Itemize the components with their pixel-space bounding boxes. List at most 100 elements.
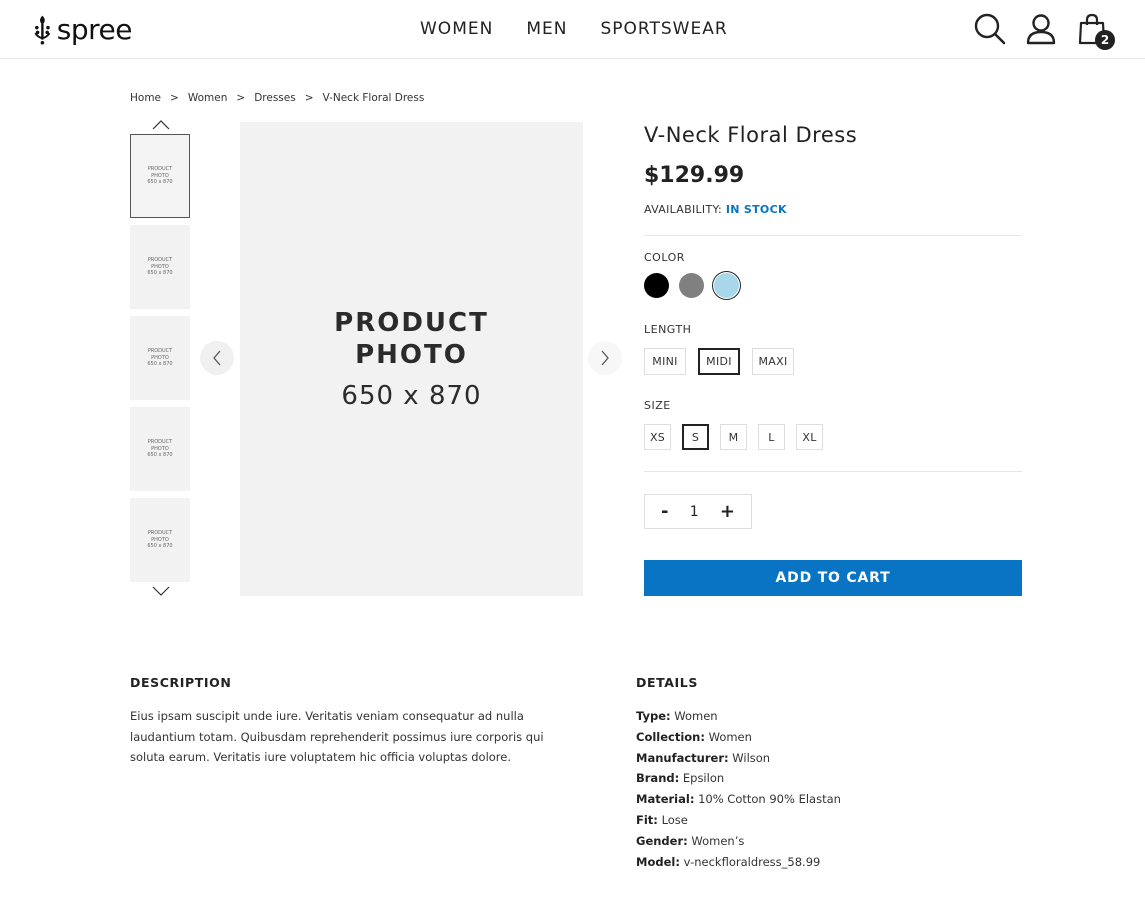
thumbs-up-button[interactable] [150, 119, 172, 131]
chevron-right-icon [601, 350, 609, 366]
breadcrumb-separator: > [236, 92, 246, 104]
detail-key: Brand: [636, 771, 680, 786]
detail-key: Material: [636, 792, 695, 807]
nav-item-women[interactable]: WOMEN [420, 19, 493, 39]
logo-icon [34, 15, 51, 45]
breadcrumb-current: V-Neck Floral Dress [322, 92, 425, 104]
quantity-stepper: - 1 + [644, 494, 752, 529]
color-swatch-black[interactable] [644, 273, 669, 298]
product-photo: PRODUCT PHOTO 650 x 870 [240, 122, 583, 596]
detail-key: Fit: [636, 812, 658, 827]
chevron-up-icon [152, 120, 170, 130]
breadcrumb: Home > Women > Dresses > V-Neck Floral D… [130, 92, 424, 104]
qty-decrease-button[interactable]: - [661, 501, 668, 522]
photo-dimensions: 650 x 870 [341, 381, 482, 411]
breadcrumb-separator: > [170, 92, 179, 104]
thumbnail[interactable]: PRODUCT PHOTO 650 x 870 [130, 316, 190, 400]
detail-row: Gender: Women’s [636, 831, 841, 852]
breadcrumb-separator: > [304, 92, 314, 104]
description-title: DESCRIPTION [130, 675, 232, 690]
thumb-text: 650 x 870 [147, 361, 173, 368]
color-swatch-gray[interactable] [679, 273, 704, 298]
size-option-s[interactable]: S [682, 424, 709, 450]
size-option-l[interactable]: L [758, 424, 785, 450]
length-option-midi[interactable]: MIDI [698, 348, 740, 375]
user-icon[interactable] [1024, 12, 1058, 46]
availability-label: AVAILABILITY: [644, 203, 723, 216]
header-actions: 2 [973, 12, 1115, 50]
detail-row: Fit: Lose [636, 810, 841, 831]
breadcrumb-women[interactable]: Women [188, 92, 228, 104]
detail-key: Manufacturer: [636, 750, 729, 765]
divider [644, 235, 1022, 236]
add-to-cart-button[interactable]: ADD TO CART [644, 560, 1022, 596]
thumbnail[interactable]: PRODUCT PHOTO 650 x 870 [130, 498, 190, 582]
detail-key: Model: [636, 854, 680, 869]
thumbnail[interactable]: PRODUCT PHOTO 650 x 870 [130, 134, 190, 218]
detail-row: Collection: Women [636, 727, 841, 748]
detail-row: Brand: Epsilon [636, 768, 841, 789]
photo-prev-button[interactable] [200, 341, 234, 375]
detail-row: Model: v-neckfloraldress_58.99 [636, 852, 841, 873]
detail-key: Collection: [636, 729, 705, 744]
cart-count-badge: 2 [1095, 30, 1115, 50]
logo-text: spree [56, 13, 133, 46]
thumb-text: 650 x 870 [147, 270, 173, 277]
logo[interactable]: spree [32, 10, 133, 50]
length-label: LENGTH [644, 323, 692, 336]
length-option-maxi[interactable]: MAXI [752, 348, 794, 375]
detail-row: Manufacturer: Wilson [636, 748, 841, 769]
qty-increase-button[interactable]: + [720, 501, 735, 522]
thumbnail[interactable]: PRODUCT PHOTO 650 x 870 [130, 225, 190, 309]
detail-value: Lose [661, 812, 688, 827]
thumb-text: 650 x 870 [147, 543, 173, 550]
detail-value: Epsilon [682, 771, 725, 786]
breadcrumb-dresses[interactable]: Dresses [254, 92, 296, 104]
details-title: DETAILS [636, 675, 698, 690]
detail-key: Gender: [636, 833, 688, 848]
site-header: spree WOMEN MEN SPORTSWEAR 2 [0, 0, 1145, 59]
thumb-text: 650 x 870 [147, 452, 173, 459]
detail-value: v-neckfloraldress_58.99 [683, 854, 821, 869]
thumbs-down-button[interactable] [150, 585, 172, 597]
detail-key: Type: [636, 709, 671, 723]
color-swatch-light-blue[interactable] [714, 273, 739, 298]
stock-status: IN STOCK [725, 203, 787, 216]
detail-row: Material: 10% Cotton 90% Elastan [636, 789, 841, 810]
chevron-down-icon [152, 586, 170, 596]
nav-item-sportswear[interactable]: SPORTSWEAR [600, 19, 727, 39]
size-option-xl[interactable]: XL [796, 424, 823, 450]
detail-value: 10% Cotton 90% Elastan [698, 792, 841, 807]
thumbnail-list: PRODUCT PHOTO 650 x 870 PRODUCT PHOTO 65… [130, 134, 190, 589]
divider [644, 471, 1022, 472]
thumbnail[interactable]: PRODUCT PHOTO 650 x 870 [130, 407, 190, 491]
size-option-m[interactable]: M [720, 424, 747, 450]
main-nav: WOMEN MEN SPORTSWEAR [420, 19, 728, 39]
qty-value[interactable]: 1 [690, 504, 699, 520]
chevron-left-icon [213, 350, 221, 366]
details-list: Type: Women Collection: Women Manufactur… [636, 706, 841, 872]
cart-button[interactable]: 2 [1075, 12, 1115, 50]
length-option-mini[interactable]: MINI [644, 348, 686, 375]
detail-value: Women [708, 729, 752, 744]
photo-text: PRODUCT [334, 308, 489, 338]
detail-value: Women’s [691, 833, 745, 848]
description-text: Eius ipsam suscipit unde iure. Veritatis… [130, 709, 544, 764]
size-option-xs[interactable]: XS [644, 424, 671, 450]
detail-value: Women [674, 709, 718, 723]
detail-value: Wilson [732, 750, 771, 765]
nav-item-men[interactable]: MEN [526, 19, 567, 39]
availability: AVAILABILITY: IN STOCK [644, 203, 787, 216]
detail-row: Type: Women [636, 706, 841, 727]
photo-next-button[interactable] [588, 341, 622, 375]
size-options: XS S M L XL [644, 424, 823, 450]
search-icon[interactable] [973, 12, 1007, 46]
color-label: COLOR [644, 251, 685, 264]
breadcrumb-home[interactable]: Home [130, 92, 161, 104]
size-label: SIZE [644, 399, 671, 412]
color-options [644, 273, 739, 298]
product-title: V-Neck Floral Dress [644, 123, 858, 147]
thumb-text: 650 x 870 [147, 179, 173, 186]
photo-text: PHOTO [355, 340, 468, 370]
product-price: $129.99 [644, 163, 745, 188]
